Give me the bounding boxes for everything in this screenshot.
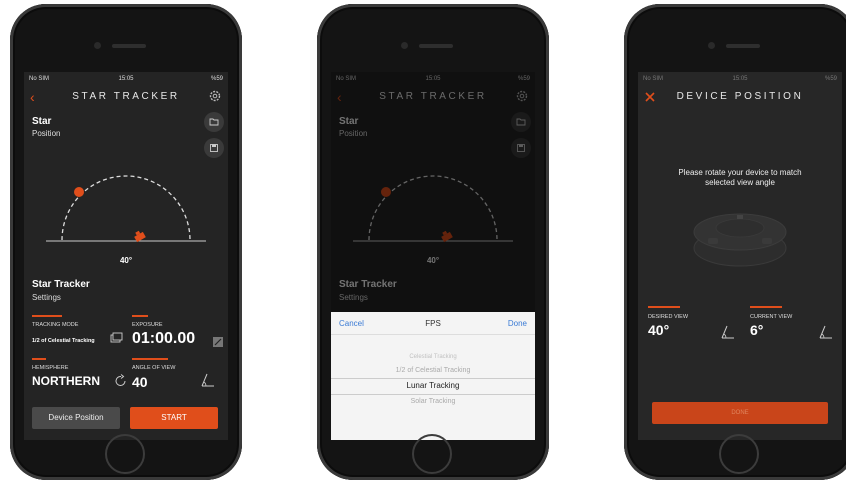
angle-of-view-value[interactable]: 40 [132, 374, 148, 390]
page-title: DEVICE POSITION [676, 91, 804, 102]
tracker-title: Star Tracker [32, 279, 90, 290]
status-battery: %59 [210, 76, 223, 82]
current-view-accent [750, 306, 782, 308]
angle-icon [819, 325, 832, 339]
save-icon [210, 144, 218, 152]
hemisphere-label: HEMISPHERE [32, 365, 69, 371]
desired-view-value: 40° [648, 322, 670, 338]
exposure-accent [132, 315, 148, 317]
status-time: 15:05 [732, 76, 748, 82]
page-title: STAR TRACKER [72, 91, 180, 102]
picker-option[interactable]: Celestial Tracking [331, 354, 535, 360]
save-button[interactable] [204, 138, 224, 158]
tracker-subtitle: Settings [32, 293, 61, 302]
picker-option[interactable]: Solar Tracking [331, 398, 535, 405]
tracking-mode-accent [32, 315, 62, 317]
hemisphere-accent [32, 358, 46, 360]
device-position-button[interactable]: Device Position [32, 407, 120, 429]
earpiece [112, 44, 146, 48]
picker-option[interactable]: 1/2 of Celestial Tracking [331, 367, 535, 374]
angle-of-view-label: ANGLE OF VIEW [132, 365, 176, 371]
current-view-value: 6° [750, 322, 764, 338]
picker-toolbar: Cancel FPS Done [331, 312, 535, 335]
gear-icon[interactable] [208, 89, 222, 103]
star-title: Star [32, 116, 52, 127]
instruction-text: Please rotate your device to match selec… [678, 168, 802, 187]
tracker-marker [134, 230, 146, 243]
earpiece [419, 44, 453, 48]
phone-3: No SIM 15:05 %59 DEVICE POSITION Please … [624, 4, 846, 480]
exposure-label: EXPOSURE [132, 322, 163, 328]
title-bar: DEVICE POSITION [638, 86, 842, 108]
angle-icon[interactable] [200, 372, 216, 388]
picker-option-selected[interactable]: Lunar Tracking [331, 381, 535, 390]
done-button[interactable]: DONE [652, 402, 828, 424]
status-battery: %59 [824, 76, 837, 82]
star-subtitle: Position [32, 129, 61, 138]
front-camera [94, 42, 101, 49]
phone-2: No SIM 15:05 %59 ‹ STAR TRACKER Star Pos… [317, 4, 549, 480]
device-position-screen: No SIM 15:05 %59 DEVICE POSITION Please … [638, 72, 842, 440]
phone-1: No SIM 15:05 %59 ‹ STAR TRACKER Star Pos… [10, 4, 242, 480]
earpiece [726, 44, 760, 48]
tracking-mode-picker-screen: No SIM 15:05 %59 ‹ STAR TRACKER Star Pos… [331, 72, 535, 440]
start-button[interactable]: START [130, 407, 218, 429]
edit-icon[interactable] [212, 336, 224, 348]
exposure-value[interactable]: 01:00.00 [132, 330, 195, 348]
angle-label: 40° [119, 256, 133, 265]
device-icon [693, 213, 787, 267]
picker-sheet: Cancel FPS Done Celestial Tracking 1/2 o… [331, 312, 535, 440]
layers-icon[interactable] [110, 332, 124, 344]
rotate-icon[interactable] [114, 374, 128, 388]
status-bar: No SIM 15:05 %59 [643, 74, 837, 86]
picker-title: FPS [425, 319, 441, 328]
position-arc-graphic [46, 175, 206, 243]
front-camera [708, 42, 715, 49]
angle-of-view-accent [132, 358, 168, 360]
picker-done-button[interactable]: Done [508, 319, 527, 328]
tracking-mode-label: TRACKING MODE [32, 322, 79, 328]
folder-icon [209, 118, 219, 126]
current-view-label: CURRENT VIEW [750, 314, 793, 320]
tracking-mode-value[interactable]: 1/2 of Celestial Tracking [32, 338, 95, 344]
angle-icon [721, 325, 734, 339]
status-time: 15:05 [118, 76, 134, 82]
hemisphere-value[interactable]: NORTHERN [32, 374, 100, 388]
front-camera [401, 42, 408, 49]
home-button[interactable] [412, 434, 452, 474]
status-bar: No SIM 15:05 %59 [29, 74, 223, 86]
desired-view-label: DESIRED VIEW [648, 314, 689, 320]
folder-button[interactable] [204, 112, 224, 132]
star-marker[interactable] [74, 187, 84, 197]
star-tracker-screen: No SIM 15:05 %59 ‹ STAR TRACKER Star Pos… [24, 72, 228, 440]
home-button[interactable] [719, 434, 759, 474]
desired-view-accent [648, 306, 680, 308]
title-bar: ‹ STAR TRACKER [24, 86, 228, 108]
home-button[interactable] [105, 434, 145, 474]
